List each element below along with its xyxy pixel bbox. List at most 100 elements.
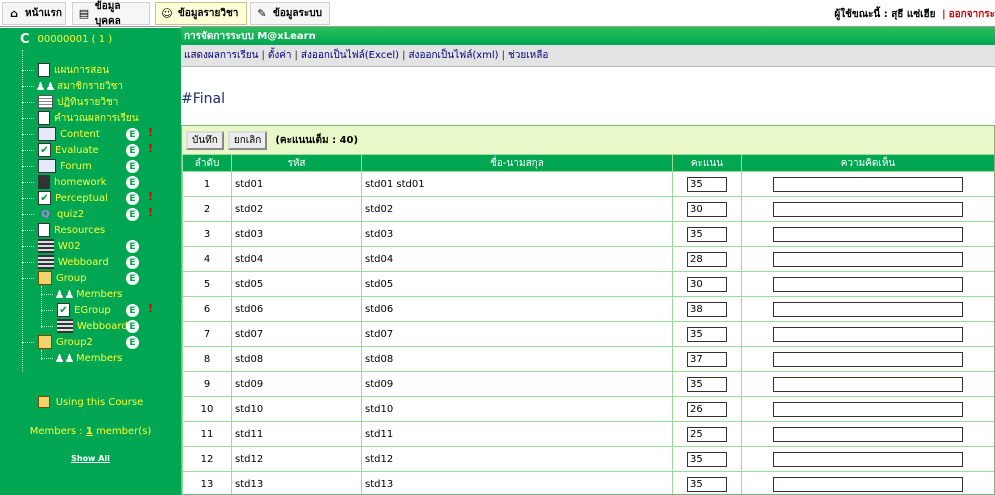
sidebar-item-perceptual[interactable]: ✔ Perceptual — [22, 190, 108, 206]
comment-input[interactable] — [773, 201, 963, 217]
score-input[interactable] — [687, 201, 727, 217]
score-input[interactable] — [687, 276, 727, 292]
sidebar-item-webboard[interactable]: Webboard — [22, 254, 109, 270]
score-input[interactable] — [687, 451, 727, 467]
sidebar-item-lesson-plan[interactable]: แผนการสอน — [22, 62, 109, 78]
course-header[interactable]: C 00000001 ( 1 ) — [20, 32, 112, 47]
comment-input[interactable] — [773, 476, 963, 492]
save-button[interactable]: บันทึก — [186, 130, 224, 150]
sidebar-item-content[interactable]: Content — [22, 126, 100, 142]
score-input[interactable] — [687, 301, 727, 317]
score-input[interactable] — [687, 351, 727, 367]
tab-system-info[interactable]: ✎ ข้อมูลระบบ — [250, 2, 330, 25]
row-comment-cell — [741, 321, 994, 347]
row-comment-cell — [741, 171, 994, 197]
row-score-cell — [672, 196, 742, 222]
comment-input[interactable] — [773, 326, 963, 342]
sidebar-item-group-members[interactable]: ♟♟ Members — [41, 286, 122, 302]
comment-input[interactable] — [773, 176, 963, 192]
column-header-id: รหัส — [231, 154, 362, 172]
e-badge-icon[interactable]: E — [126, 192, 139, 205]
e-badge-icon[interactable]: E — [126, 144, 139, 157]
e-badge-icon[interactable]: E — [126, 320, 139, 333]
sidebar-item-group[interactable]: Group — [22, 270, 86, 286]
table-row: 10 std10 std10 — [182, 396, 994, 422]
comment-input[interactable] — [773, 426, 963, 442]
alert-icon: ! — [148, 190, 154, 203]
table-row: 2 std02 std02 — [182, 196, 994, 222]
score-input[interactable] — [687, 476, 727, 492]
row-comment-cell — [741, 221, 994, 247]
tab-home[interactable]: ⌂ หน้าแรก — [2, 2, 66, 25]
e-badge-icon[interactable]: E — [126, 240, 139, 253]
comment-input[interactable] — [773, 351, 963, 367]
e-badge-icon[interactable]: E — [126, 128, 139, 141]
sidebar-item-group-webboard[interactable]: Webboard — [41, 318, 128, 334]
row-order: 12 — [182, 446, 232, 472]
current-user: ผู้ใช้ขณะนี้ : สุธี แซ่เฮีย — [834, 9, 936, 20]
tab-personal-info[interactable]: ▤ ข้อมูลบุคคล — [72, 1, 150, 27]
e-badge-icon[interactable]: E — [126, 272, 139, 285]
comment-input[interactable] — [773, 251, 963, 267]
tab-course-info[interactable]: ☺ ข้อมูลรายวิชา — [155, 2, 247, 25]
menu-help[interactable]: ช่วยเหลือ — [508, 48, 548, 63]
score-input[interactable] — [687, 326, 727, 342]
comment-input[interactable] — [773, 376, 963, 392]
sidebar-item-resources[interactable]: Resources — [22, 222, 105, 238]
user-status: ผู้ใช้ขณะนี้ : สุธี แซ่เฮีย | ออกจากระ — [834, 7, 995, 22]
score-input[interactable] — [687, 376, 727, 392]
webboard-icon — [38, 255, 54, 269]
score-input[interactable] — [687, 401, 727, 417]
using-course-link[interactable]: Using this Course — [0, 396, 181, 408]
cancel-button[interactable]: ยกเลิก — [227, 130, 268, 150]
row-student-name: std09 — [361, 371, 673, 397]
sidebar-item-grade-calculation[interactable]: คำนวณผลการเรียน — [22, 110, 139, 126]
score-input[interactable] — [687, 426, 727, 442]
comment-input[interactable] — [773, 451, 963, 467]
comment-input[interactable] — [773, 226, 963, 242]
sidebar-item-label: quiz2 — [57, 208, 85, 220]
e-badge-icon[interactable]: E — [126, 160, 139, 173]
e-badge-icon[interactable]: E — [126, 176, 139, 189]
folder-icon — [38, 335, 52, 349]
sidebar-item-homework[interactable]: homework — [22, 174, 107, 190]
course-id[interactable]: 00000001 ( 1 ) — [38, 34, 113, 45]
sidebar-item-course-members[interactable]: ♟♟ สมาชิกรายวิชา — [22, 78, 123, 94]
row-order: 8 — [182, 346, 232, 372]
row-student-id: std06 — [231, 296, 362, 322]
menu-settings[interactable]: ตั้งค่า — [268, 48, 292, 63]
sidebar-item-label: Webboard — [77, 320, 128, 332]
members-count-link[interactable]: 1 — [86, 426, 93, 437]
menu-export-xml[interactable]: ส่งออกเป็นไฟล์(xml) — [408, 48, 498, 63]
table-row: 12 std12 std12 — [182, 446, 994, 472]
sidebar-item-course-calendar[interactable]: ปฏิทินรายวิชา — [22, 94, 118, 110]
score-input[interactable] — [687, 176, 727, 192]
score-input[interactable] — [687, 226, 727, 242]
sidebar-item-group2[interactable]: Group2 — [22, 334, 93, 350]
comment-input[interactable] — [773, 276, 963, 292]
show-all-link[interactable]: Show All — [71, 454, 110, 463]
comment-input[interactable] — [773, 301, 963, 317]
sidebar-item-evaluate[interactable]: ✔ Evaluate — [22, 142, 99, 158]
e-badge-icon[interactable]: E — [126, 336, 139, 349]
row-score-cell — [672, 271, 742, 297]
sidebar-item-egroup[interactable]: ✔ EGroup — [41, 302, 111, 318]
top-navigation-bar: ⌂ หน้าแรก ▤ ข้อมูลบุคคล ☺ ข้อมูลรายวิชา … — [0, 0, 995, 27]
sidebar-item-group2-members[interactable]: ♟♟ Members — [41, 350, 122, 366]
grade-form: บันทึก ยกเลิก (คะแนนเต็ม : 40) ลำดับ รหั… — [181, 125, 995, 495]
sidebar-item-w02[interactable]: W02 — [22, 238, 81, 254]
score-input[interactable] — [687, 251, 727, 267]
comment-input[interactable] — [773, 401, 963, 417]
table-row: 5 std05 std05 — [182, 271, 994, 297]
menu-export-excel[interactable]: ส่งออกเป็นไฟล์(Excel) — [301, 48, 399, 63]
logout-link[interactable]: ออกจากระ — [949, 9, 995, 20]
sidebar-item-forum[interactable]: Forum — [22, 158, 92, 174]
e-badge-icon[interactable]: E — [126, 208, 139, 221]
sidebar-item-quiz2[interactable]: Q quiz2 — [22, 206, 84, 222]
row-score-cell — [672, 346, 742, 372]
e-badge-icon[interactable]: E — [126, 304, 139, 317]
menu-show-results[interactable]: แสดงผลการเรียน — [184, 48, 258, 63]
row-student-id: std08 — [231, 346, 362, 372]
column-header-score: คะแนน — [672, 154, 742, 172]
e-badge-icon[interactable]: E — [126, 256, 139, 269]
